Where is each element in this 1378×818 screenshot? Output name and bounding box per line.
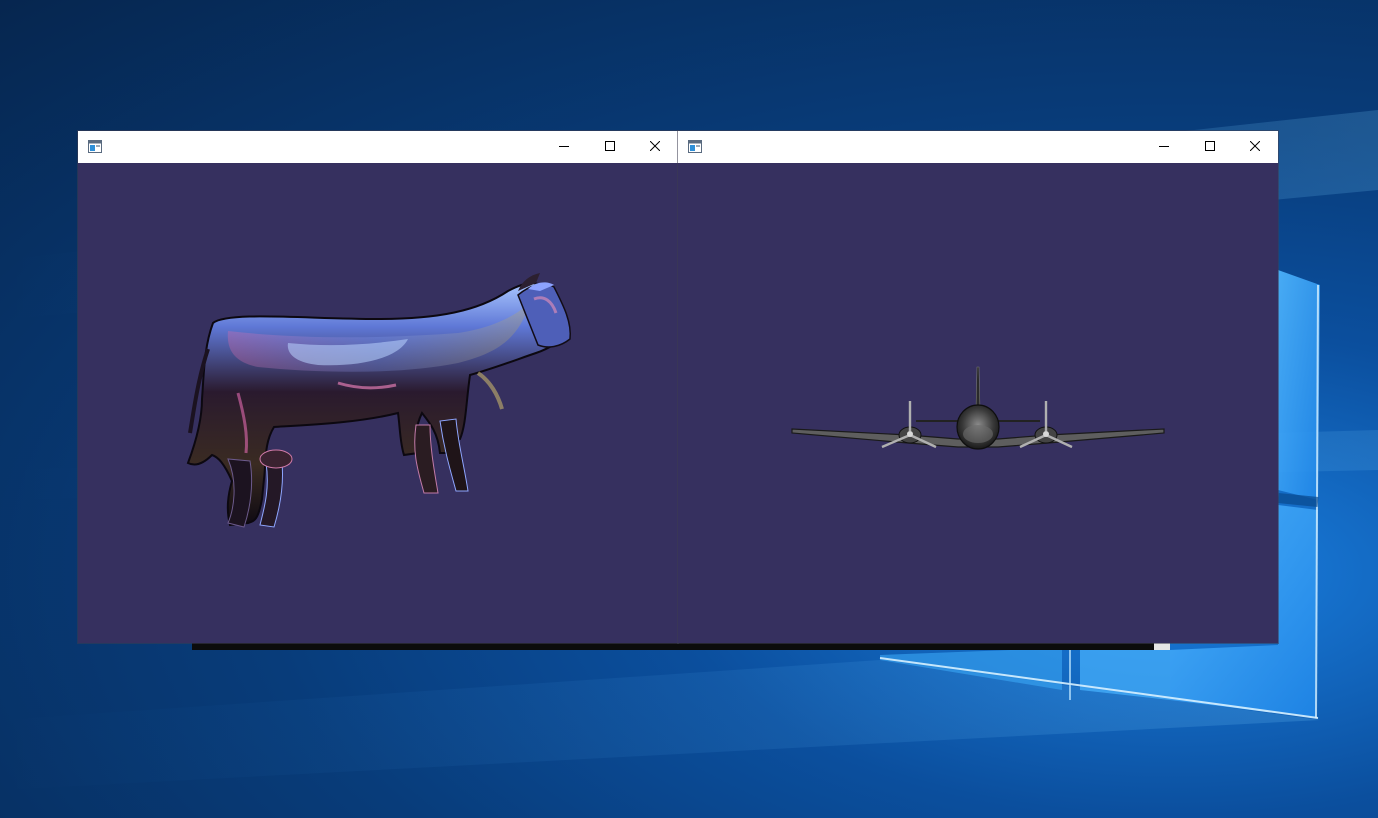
maximize-button[interactable] (587, 131, 633, 161)
minimize-icon (1159, 146, 1169, 147)
desktop (0, 0, 1378, 818)
close-button[interactable] (632, 131, 678, 161)
minimize-icon (559, 146, 569, 147)
cow-model (186, 273, 571, 528)
app-window-icon (688, 140, 702, 153)
close-icon (1250, 141, 1260, 151)
maximize-button[interactable] (1187, 131, 1233, 161)
title-bar[interactable] (78, 131, 678, 163)
close-button[interactable] (1232, 131, 1278, 161)
maximize-icon (605, 141, 615, 151)
minimize-button[interactable] (1141, 131, 1187, 161)
minimize-button[interactable] (541, 131, 587, 161)
cow-render-window[interactable] (78, 131, 678, 643)
close-icon (650, 141, 660, 151)
title-bar[interactable] (678, 131, 1278, 163)
airplane-render-window[interactable] (678, 131, 1278, 643)
airplane-model (791, 366, 1165, 450)
render-viewport[interactable] (678, 163, 1278, 643)
app-window-icon (88, 140, 102, 153)
render-viewport[interactable] (78, 163, 678, 643)
maximize-icon (1205, 141, 1215, 151)
